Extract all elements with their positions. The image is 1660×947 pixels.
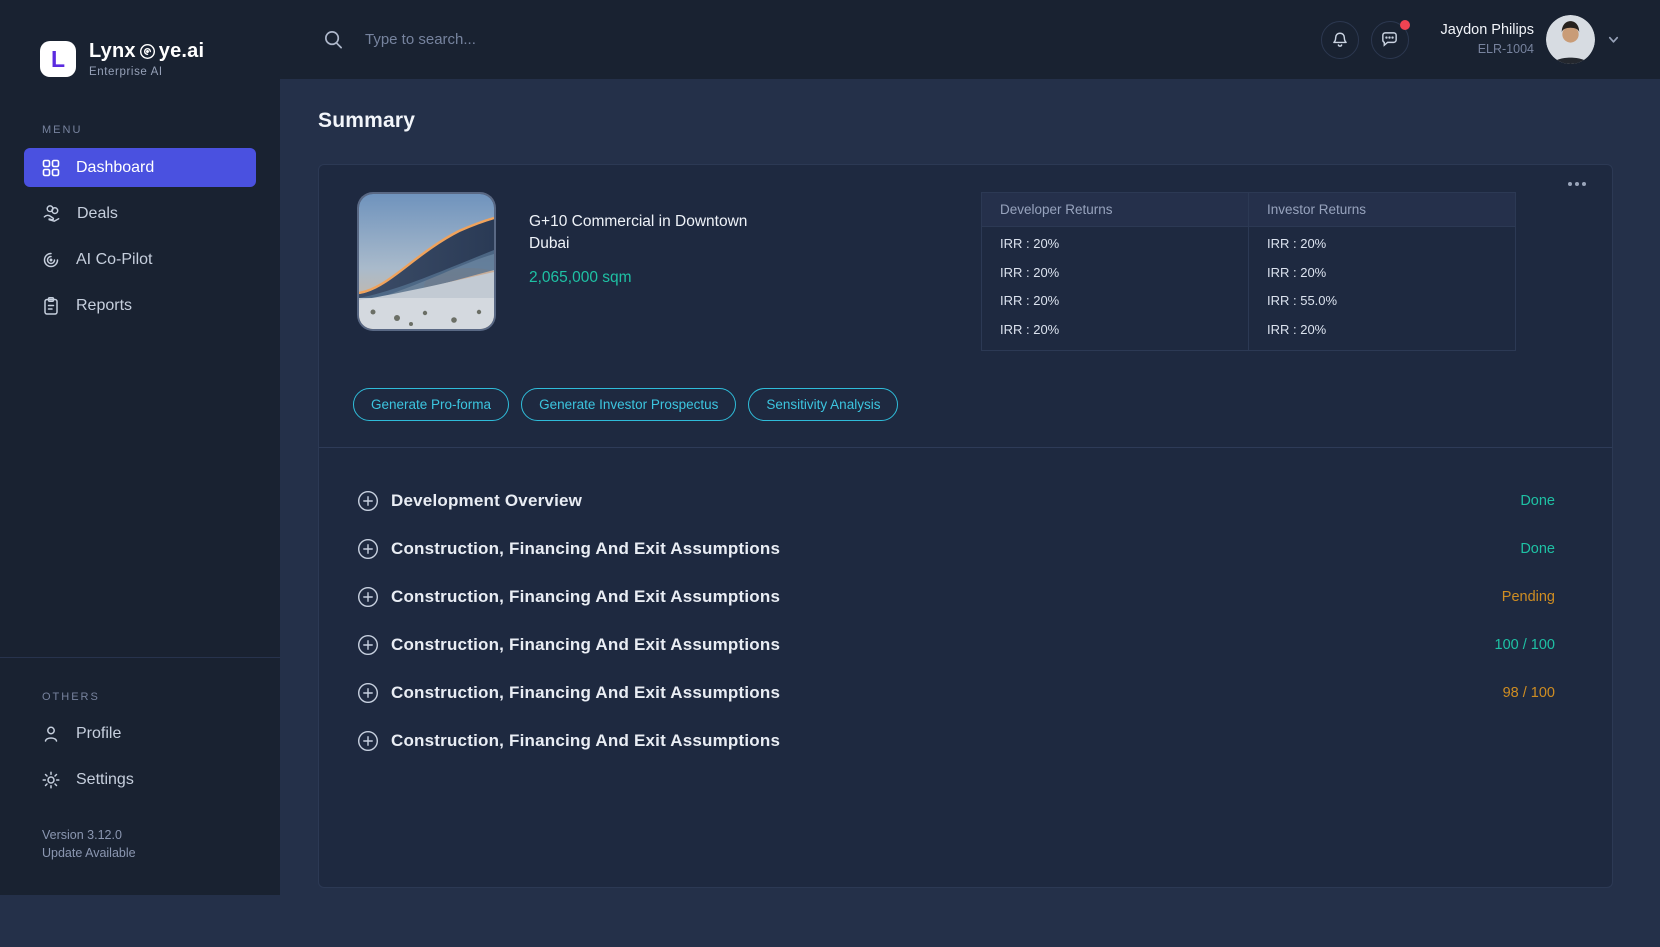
version-text: Version 3.12.0 [42, 826, 280, 845]
brand-name: Lynx ye.ai [89, 40, 204, 63]
accordion-row-construction-2[interactable]: Construction, Financing And Exit Assumpt… [319, 573, 1612, 621]
menu-section-label: MENU [42, 124, 280, 136]
section-list: Development Overview Done Construction, … [319, 448, 1612, 765]
irr-value: IRR : 20% [982, 313, 1248, 342]
reports-icon [41, 296, 61, 316]
status-badge: 98 / 100 [1503, 685, 1555, 701]
main-content: Summary [280, 79, 1660, 947]
investor-returns-column: Investor Returns IRR : 20% IRR : 20% IRR… [1248, 193, 1515, 350]
accordion-row-construction-5[interactable]: Construction, Financing And Exit Assumpt… [319, 717, 1612, 765]
status-badge: Pending [1502, 589, 1555, 605]
irr-value: IRR : 55.0% [1249, 284, 1515, 313]
sidebar-bottom: OTHERS Profile [0, 657, 280, 896]
accordion-row-construction-3[interactable]: Construction, Financing And Exit Assumpt… [319, 621, 1612, 669]
section-label: Construction, Financing And Exit Assumpt… [391, 539, 780, 559]
user-name: Jaydon Philips [1441, 21, 1535, 41]
main-nav: Dashboard Deals [0, 148, 280, 325]
accordion-row-development-overview[interactable]: Development Overview Done [319, 477, 1612, 525]
sensitivity-analysis-button[interactable]: Sensitivity Analysis [748, 388, 898, 421]
page-title: Summary [318, 109, 1660, 133]
messages-button[interactable] [1371, 21, 1409, 59]
plus-circle-icon [357, 538, 379, 560]
summary-card: G+10 Commercial in Downtown Dubai 2,065,… [318, 164, 1613, 888]
version-info: Version 3.12.0 Update Available [42, 826, 280, 864]
search-input[interactable] [365, 31, 685, 48]
sidebar-item-dashboard[interactable]: Dashboard [24, 148, 256, 187]
sidebar-item-label: Reports [76, 297, 132, 315]
sidebar-item-label: AI Co-Pilot [76, 251, 152, 269]
global-search [280, 29, 1321, 50]
sidebar-item-deals[interactable]: Deals [24, 194, 256, 233]
plus-circle-icon [357, 634, 379, 656]
sidebar-item-label: Settings [76, 771, 134, 789]
eye-spiral-icon [139, 43, 156, 60]
chevron-down-icon[interactable] [1607, 33, 1620, 46]
ai-copilot-icon [41, 250, 61, 270]
dashboard-icon [41, 158, 61, 178]
irr-value: IRR : 20% [982, 227, 1248, 256]
brand-logo: L Lynx ye.ai Enterprise AI [40, 40, 280, 78]
sidebar: L Lynx ye.ai Enterprise AI MENU [0, 0, 280, 895]
section-label: Development Overview [391, 491, 582, 511]
sidebar-item-label: Profile [76, 725, 121, 743]
irr-value: IRR : 20% [1249, 256, 1515, 285]
sidebar-item-profile[interactable]: Profile [24, 715, 256, 754]
deals-icon [41, 203, 62, 224]
user-id: ELR-1004 [1441, 41, 1535, 58]
brand-name-suffix: ye.ai [159, 40, 204, 63]
plus-circle-icon [357, 490, 379, 512]
returns-table: Developer Returns IRR : 20% IRR : 20% IR… [981, 192, 1516, 351]
accordion-row-construction-1[interactable]: Construction, Financing And Exit Assumpt… [319, 525, 1612, 573]
developer-returns-column: Developer Returns IRR : 20% IRR : 20% IR… [982, 193, 1248, 350]
others-nav: Profile Settings [0, 715, 280, 800]
building-photo [359, 194, 494, 329]
section-label: Construction, Financing And Exit Assumpt… [391, 683, 780, 703]
irr-value: IRR : 20% [982, 284, 1248, 313]
plus-circle-icon [357, 682, 379, 704]
topbar-right: Jaydon Philips ELR-1004 [1321, 15, 1621, 64]
irr-value: IRR : 20% [982, 256, 1248, 285]
status-badge: Done [1520, 541, 1555, 557]
section-label: Construction, Financing And Exit Assumpt… [391, 635, 780, 655]
generate-investor-prospectus-button[interactable]: Generate Investor Prospectus [521, 388, 736, 421]
status-badge: 100 / 100 [1495, 637, 1555, 653]
settings-icon [41, 770, 61, 790]
app-root: Jaydon Philips ELR-1004 [0, 0, 1660, 947]
sidebar-item-ai-copilot[interactable]: AI Co-Pilot [24, 240, 256, 279]
profile-icon [41, 724, 61, 744]
brand-name-prefix: Lynx [89, 40, 136, 63]
irr-value: IRR : 20% [1249, 227, 1515, 256]
plus-circle-icon [357, 730, 379, 752]
generate-proforma-button[interactable]: Generate Pro-forma [353, 388, 509, 421]
developer-returns-header: Developer Returns [982, 193, 1248, 227]
property-info: G+10 Commercial in Downtown Dubai 2,065,… [529, 211, 753, 287]
user-meta: Jaydon Philips ELR-1004 [1441, 21, 1535, 57]
property-area: 2,065,000 sqm [529, 269, 753, 287]
investor-returns-header: Investor Returns [1249, 193, 1515, 227]
chat-icon [1380, 30, 1399, 49]
sidebar-item-label: Dashboard [76, 159, 154, 177]
property-summary: G+10 Commercial in Downtown Dubai 2,065,… [319, 165, 1612, 448]
section-label: Construction, Financing And Exit Assumpt… [391, 587, 780, 607]
notifications-button[interactable] [1321, 21, 1359, 59]
search-icon [323, 29, 344, 50]
sidebar-item-label: Deals [77, 205, 118, 223]
sidebar-item-settings[interactable]: Settings [24, 761, 256, 800]
bell-icon [1331, 31, 1349, 49]
topbar: Jaydon Philips ELR-1004 [280, 0, 1660, 79]
section-label: Construction, Financing And Exit Assumpt… [391, 731, 780, 751]
others-section-label: OTHERS [42, 691, 280, 703]
update-available-text: Update Available [42, 844, 280, 863]
action-buttons: Generate Pro-forma Generate Investor Pro… [353, 388, 898, 421]
brand-subtitle: Enterprise AI [89, 66, 204, 78]
notification-dot [1400, 20, 1410, 30]
status-badge: Done [1520, 493, 1555, 509]
accordion-row-construction-4[interactable]: Construction, Financing And Exit Assumpt… [319, 669, 1612, 717]
avatar[interactable] [1546, 15, 1595, 64]
property-title: G+10 Commercial in Downtown Dubai [529, 211, 753, 256]
logo-mark: L [40, 41, 76, 77]
irr-value: IRR : 20% [1249, 313, 1515, 342]
sidebar-item-reports[interactable]: Reports [24, 286, 256, 325]
plus-circle-icon [357, 586, 379, 608]
